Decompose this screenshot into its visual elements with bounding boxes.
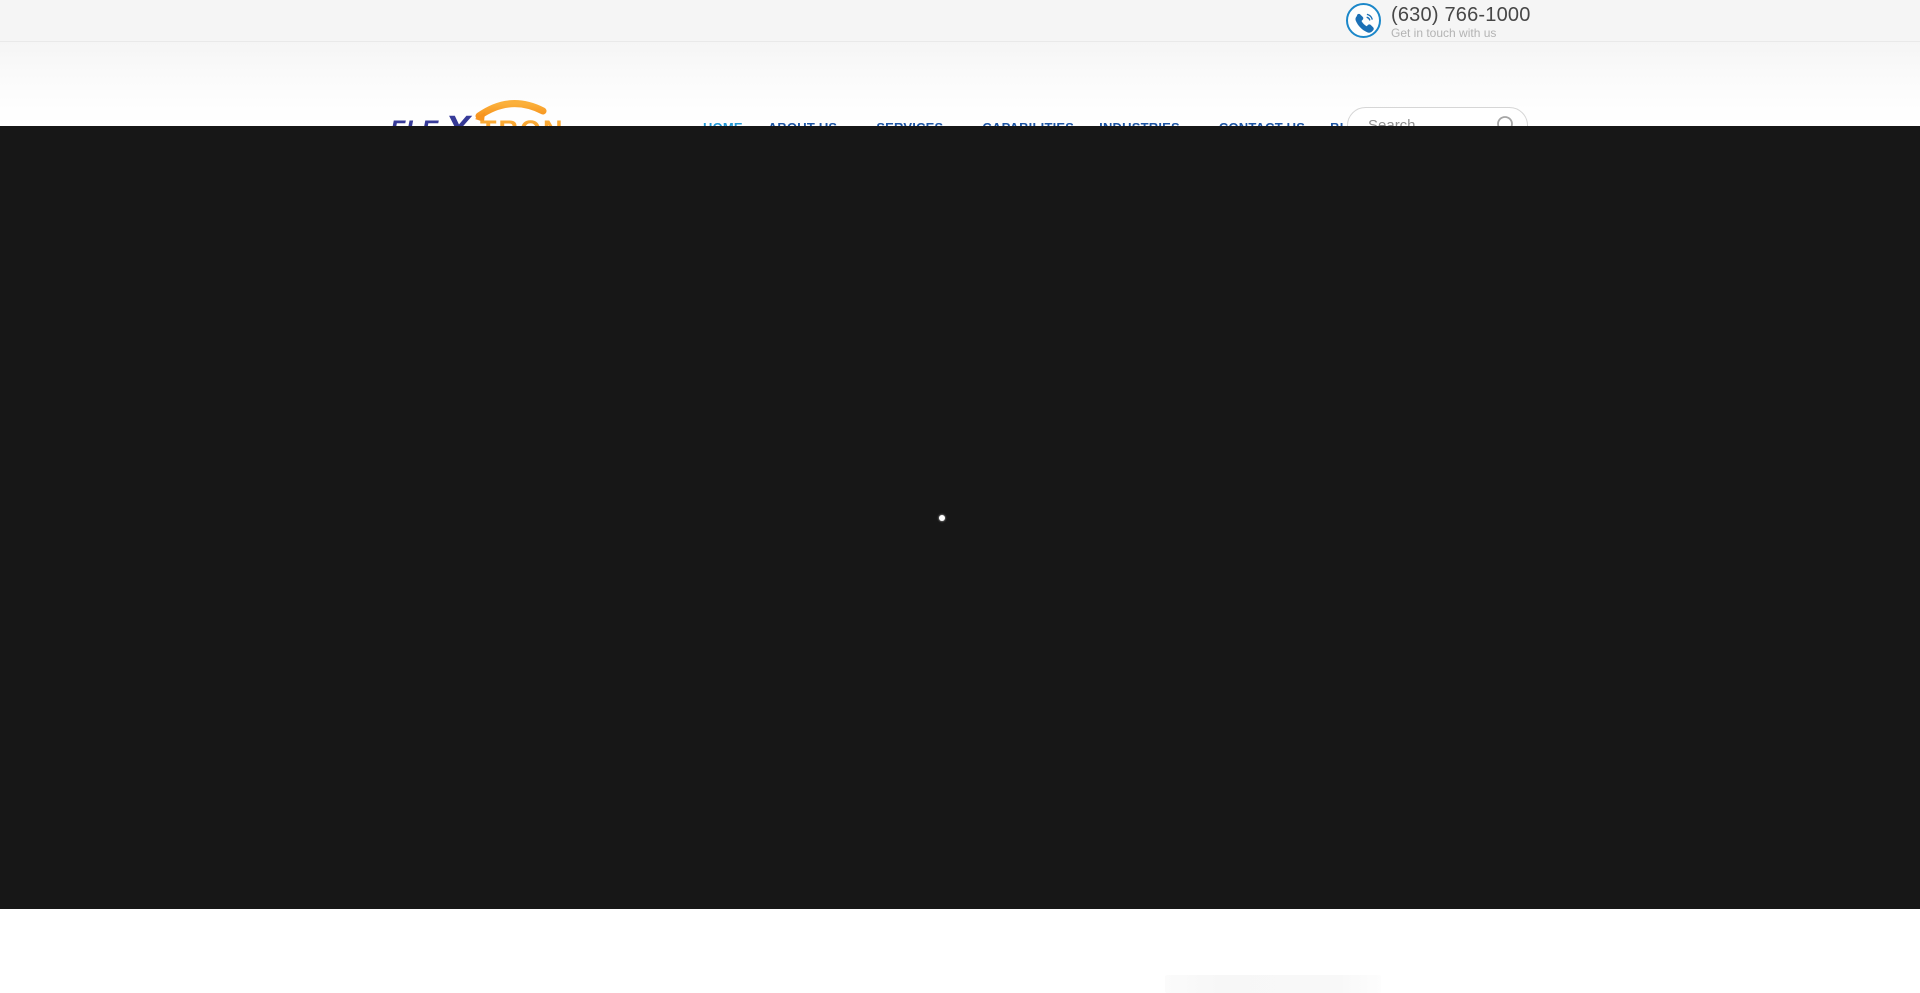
phone-number-link[interactable]: (630) 766-1000 — [1391, 3, 1531, 27]
footer-area — [0, 909, 1920, 993]
phone-tagline: Get in touch with us — [1391, 27, 1531, 40]
hero-slider-loading — [0, 126, 1920, 909]
phone-icon — [1346, 3, 1381, 38]
footer-loading-shimmer — [1165, 975, 1381, 993]
top-contact-bar: (630) 766-1000 Get in touch with us — [0, 0, 1920, 42]
phone-texts: (630) 766-1000 Get in touch with us — [1391, 3, 1531, 40]
loader-dot — [939, 515, 945, 521]
phone-contact-widget: (630) 766-1000 Get in touch with us — [1346, 3, 1531, 40]
page: (630) 766-1000 Get in touch with us — [0, 0, 1920, 993]
main-header: FLE X TRON CIRCUIT ASSEMBLY HOME ABOUT U… — [0, 42, 1920, 126]
